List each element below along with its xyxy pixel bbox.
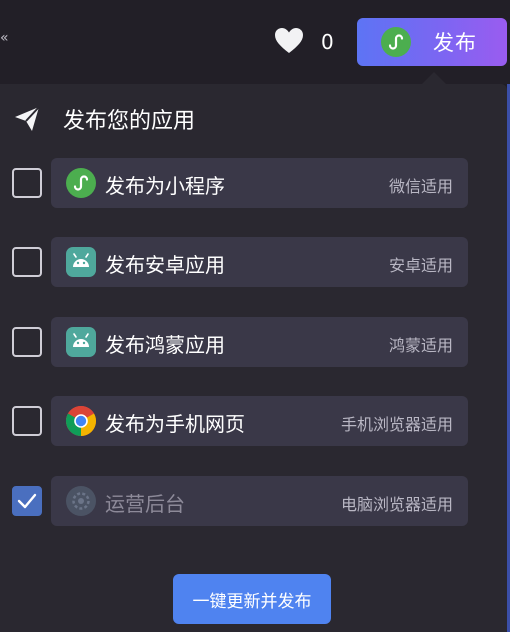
option-card[interactable]: 发布为手机网页 手机浏览器适用: [51, 396, 468, 446]
publish-button[interactable]: 发布: [357, 18, 507, 66]
option-checkbox[interactable]: [12, 327, 42, 357]
option-hint: 鸿蒙适用: [388, 336, 453, 355]
update-and-publish-button[interactable]: 一键更新并发布: [173, 574, 331, 624]
panel-header: 发布您的应用: [13, 101, 195, 137]
heart-icon[interactable]: [274, 27, 304, 55]
panel-title: 发布您的应用: [63, 109, 196, 134]
publish-panel: 发布您的应用 发布为小程序 微信适用 发布安卓应用 安卓适用 发布鸿蒙应用 鸿蒙…: [0, 84, 507, 632]
option-admin-backend: 运营后台 电脑浏览器适用: [0, 476, 507, 528]
option-mobile-web: 发布为手机网页 手机浏览器适用: [0, 396, 507, 448]
option-hint: 安卓适用: [388, 256, 453, 275]
checkmark-icon: [17, 493, 37, 509]
option-hint: 微信适用: [388, 177, 453, 196]
option-mini-program: 发布为小程序 微信适用: [0, 158, 507, 210]
option-card[interactable]: 发布安卓应用 安卓适用: [51, 237, 468, 287]
publish-button-label: 发布: [433, 31, 477, 55]
option-hint: 电脑浏览器适用: [340, 495, 453, 514]
option-android: 发布安卓应用 安卓适用: [0, 237, 507, 289]
paper-plane-icon: [15, 106, 40, 131]
option-label: 发布安卓应用: [105, 253, 225, 277]
option-checkbox[interactable]: [12, 168, 42, 198]
option-card[interactable]: 发布为小程序 微信适用: [51, 158, 468, 208]
option-checkbox-checked[interactable]: [12, 486, 42, 516]
option-label: 发布为手机网页: [105, 412, 245, 436]
android-icon: [66, 327, 96, 357]
option-hint: 手机浏览器适用: [340, 415, 453, 434]
popover-caret: [422, 72, 446, 84]
option-label: 运营后台: [105, 492, 185, 516]
android-icon: [66, 247, 96, 277]
option-checkbox[interactable]: [12, 247, 42, 277]
mini-program-icon: [381, 27, 411, 57]
edge-glyph: «: [0, 30, 9, 46]
mini-program-icon: [66, 168, 96, 198]
option-label: 发布鸿蒙应用: [105, 333, 225, 357]
option-card[interactable]: 发布鸿蒙应用 鸿蒙适用: [51, 317, 468, 367]
option-checkbox[interactable]: [12, 406, 42, 436]
gear-icon: [66, 486, 96, 516]
option-card[interactable]: 运营后台 电脑浏览器适用: [51, 476, 468, 526]
option-label: 发布为小程序: [105, 174, 225, 198]
like-count: 0: [321, 30, 334, 54]
chrome-icon: [66, 406, 96, 436]
option-harmony: 发布鸿蒙应用 鸿蒙适用: [0, 317, 507, 369]
